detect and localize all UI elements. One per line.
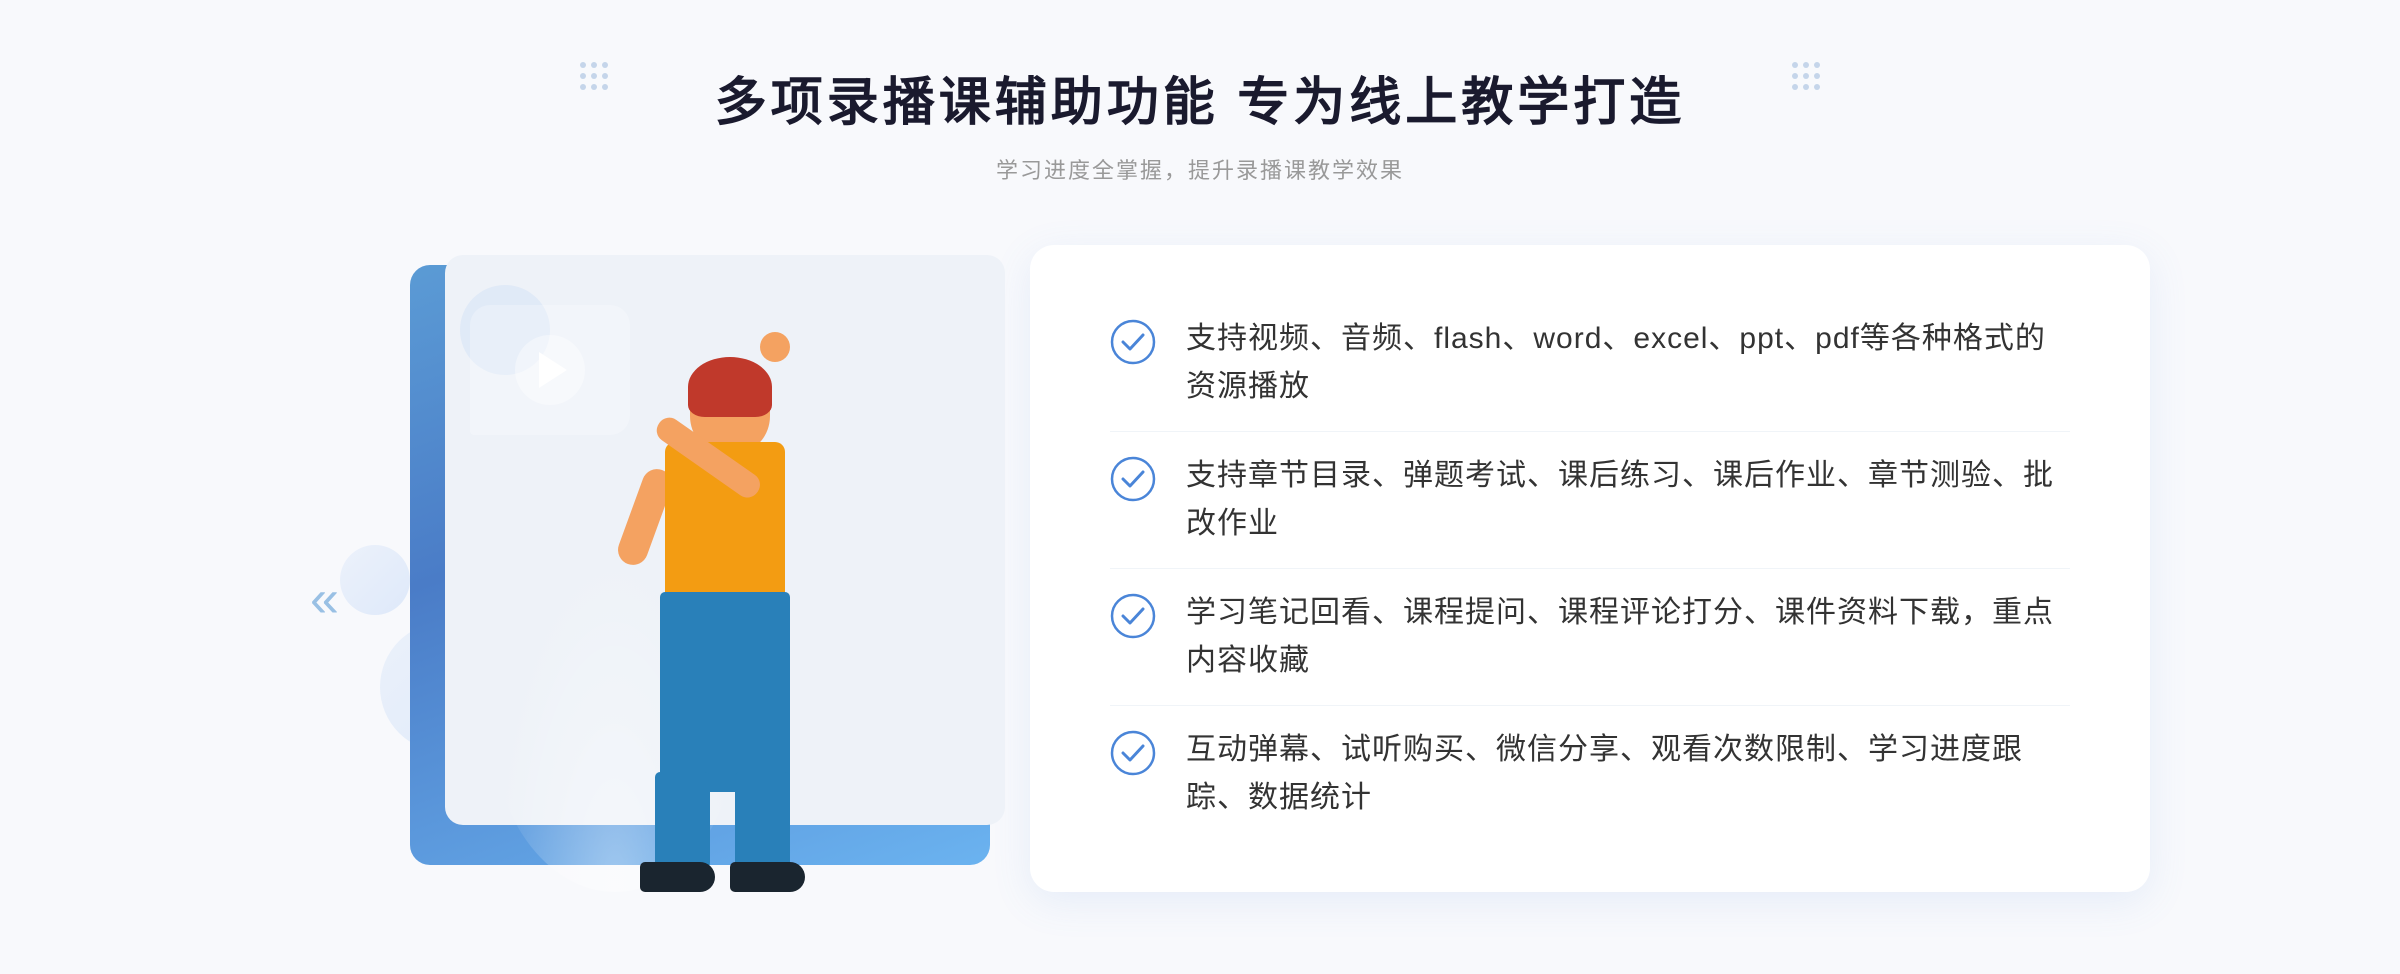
p-hair xyxy=(688,357,772,417)
content-area: « ✦ ✦ xyxy=(250,245,2150,892)
sub-title: 学习进度全掌握，提升录播课教学效果 xyxy=(715,153,1685,185)
feature-item-3: 学习笔记回看、课程提问、课程评论打分、课件资料下载，重点内容收藏 xyxy=(1110,569,2070,706)
check-icon-4 xyxy=(1110,730,1156,776)
p-shoe-left xyxy=(640,862,715,892)
features-panel: 支持视频、音频、flash、word、excel、ppt、pdf等各种格式的资源… xyxy=(1030,245,2150,892)
p-leg-right xyxy=(735,772,790,872)
title-dots-left-deco xyxy=(580,62,608,90)
check-icon-3 xyxy=(1110,593,1156,639)
person-illustration xyxy=(550,312,850,892)
feature-text-3: 学习笔记回看、课程提问、课程评论打分、课件资料下载，重点内容收藏 xyxy=(1186,589,2070,685)
page-container: 多项录播课辅助功能 专为线上教学打造 学习进度全掌握，提升录播课教学效果 « xyxy=(0,0,2400,974)
p-hand-raised xyxy=(760,332,790,362)
p-pants xyxy=(660,592,790,792)
header-section: 多项录播课辅助功能 专为线上教学打造 学习进度全掌握，提升录播课教学效果 xyxy=(715,60,1685,185)
check-icon-1 xyxy=(1110,319,1156,365)
main-title: 多项录播课辅助功能 专为线上教学打造 xyxy=(715,60,1685,135)
chevron-deco: « xyxy=(310,569,339,629)
illustration-container: « ✦ ✦ xyxy=(250,245,1030,892)
feature-item-4: 互动弹幕、试听购买、微信分享、观看次数限制、学习进度跟踪、数据统计 xyxy=(1110,706,2070,842)
title-dots-right-deco xyxy=(1792,62,1820,90)
feature-item-2: 支持章节目录、弹题考试、课后练习、课后作业、章节测验、批改作业 xyxy=(1110,432,2070,569)
deco-circle-outer-2 xyxy=(340,545,410,615)
p-leg-left xyxy=(655,772,710,872)
feature-text-4: 互动弹幕、试听购买、微信分享、观看次数限制、学习进度跟踪、数据统计 xyxy=(1186,726,2070,822)
feature-text-1: 支持视频、音频、flash、word、excel、ppt、pdf等各种格式的资源… xyxy=(1186,315,2070,411)
p-shoe-right xyxy=(730,862,805,892)
check-icon-2 xyxy=(1110,456,1156,502)
feature-item-1: 支持视频、音频、flash、word、excel、ppt、pdf等各种格式的资源… xyxy=(1110,295,2070,432)
feature-text-2: 支持章节目录、弹题考试、课后练习、课后作业、章节测验、批改作业 xyxy=(1186,452,2070,548)
